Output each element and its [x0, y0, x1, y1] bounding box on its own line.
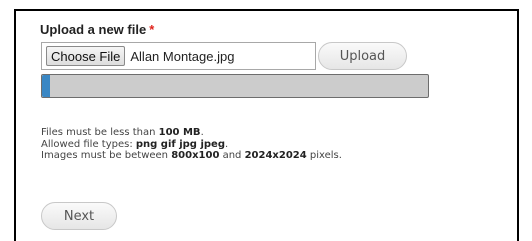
choose-file-button[interactable]: Choose File: [46, 46, 126, 66]
dimensions-min: 800x100: [171, 150, 220, 161]
allowed-types-suffix: .: [224, 138, 229, 150]
next-button[interactable]: Next: [41, 202, 117, 230]
upload-progress-bar: [41, 74, 429, 98]
allowed-types-value: png gif jpg jpeg: [135, 138, 225, 150]
upload-progress-fill: [42, 75, 50, 97]
upload-label-text: Upload a new file: [40, 22, 147, 37]
required-marker: *: [149, 22, 155, 37]
upload-button[interactable]: Upload: [318, 42, 407, 70]
allowed-types-prefix: Allowed file types:: [41, 138, 136, 150]
allowed-types-line: Allowed file types: png gif jpg jpeg.: [41, 139, 342, 151]
dimensions-and: and: [219, 150, 245, 161]
upload-field-label: Upload a new file *: [40, 22, 154, 37]
file-input[interactable]: Choose File Allan Montage.jpg: [41, 42, 316, 70]
upload-help-text: Files must be less than 100 MB. Allowed …: [41, 127, 342, 162]
upload-panel: Upload a new file * Choose File Allan Mon…: [14, 9, 519, 241]
dimensions-prefix: Images must be between: [41, 150, 172, 161]
size-limit-value: 100 MB: [158, 127, 201, 138]
size-limit-prefix: Files must be less than: [41, 127, 159, 138]
dimensions-suffix: pixels.: [306, 150, 342, 161]
dimensions-max: 2024x2024: [244, 150, 307, 161]
size-limit-suffix: .: [200, 127, 204, 138]
size-limit-line: Files must be less than 100 MB.: [41, 127, 342, 139]
selected-file-name: Allan Montage.jpg: [130, 48, 235, 64]
image-dimensions-line: Images must be between 800x100 and 2024x…: [41, 150, 342, 162]
